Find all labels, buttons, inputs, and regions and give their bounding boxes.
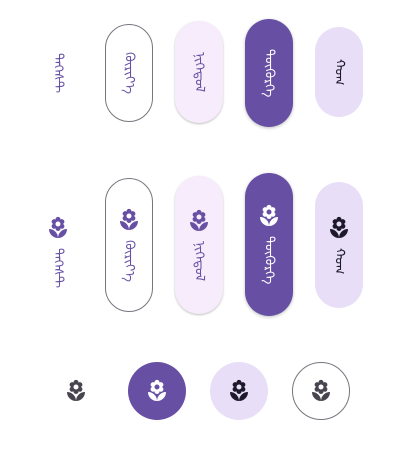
text-button-row: ᠲᠡᠬᠡᠰᠲ ᠬᠦᠷᠢᠶ᠎ᠡ ᠨᠢᠭᠡᠳᠦᠯ ᠳᠦᠭᠦᠷᠭᠡ ᠬᠣᠭ xyxy=(0,0,400,140)
tonal-icon-button[interactable]: ᠨᠢᠭᠡᠳᠦᠯ xyxy=(175,176,223,314)
icon-button-row xyxy=(0,360,400,430)
secondary-tonal-icon-button[interactable]: ᠬᠣᠭ xyxy=(315,182,363,308)
filled-icon-button[interactable]: ᠳᠦᠭᠦᠷᠭᠡ xyxy=(245,173,293,316)
tonal-button-label: ᠨᠢᠭᠡᠳᠦᠯ xyxy=(191,51,207,93)
outlined-icon-only-button[interactable] xyxy=(292,362,350,420)
secondary-icon-button-label: ᠬᠣᠭ xyxy=(331,247,347,275)
text-icon-button[interactable]: ᠲᠡᠬᠡᠰᠲ xyxy=(36,202,80,302)
text-icon-button-label: ᠲᠡᠬᠡᠰᠲ xyxy=(50,248,66,288)
text-button[interactable]: ᠲᠡᠬᠡᠰᠲ xyxy=(36,24,80,122)
filled-button-label: ᠳᠦᠭᠦᠷᠭᠡ xyxy=(261,48,277,98)
flower-icon xyxy=(257,204,281,228)
filled-icon-only-button[interactable] xyxy=(128,362,186,420)
flower-icon xyxy=(309,379,333,403)
flower-icon xyxy=(46,216,70,240)
tonal-button[interactable]: ᠨᠢᠭᠡᠳᠦᠯ xyxy=(175,21,223,123)
standard-icon-button[interactable] xyxy=(47,362,105,420)
filled-button[interactable]: ᠳᠦᠭᠦᠷᠭᠡ xyxy=(245,19,293,127)
flower-icon xyxy=(64,379,88,403)
flower-icon xyxy=(327,216,351,240)
tonal-icon-only-button[interactable] xyxy=(210,362,268,420)
tonal-icon-button-label: ᠨᠢᠭᠡᠳᠦᠯ xyxy=(191,240,207,282)
outlined-button-label: ᠬᠦᠷᠢᠶ᠎ᠡ xyxy=(121,52,137,94)
outlined-button[interactable]: ᠬᠦᠷᠢᠶ᠎ᠡ xyxy=(105,24,153,122)
secondary-tonal-button[interactable]: ᠬᠣᠭ xyxy=(315,27,363,117)
icon-text-button-row: ᠲᠡᠬᠡᠰᠲ ᠬᠦᠷᠢᠶ᠎ᠡ ᠨᠢᠭᠡᠳᠦᠯ ᠳᠦᠭᠦᠷᠭᠡ ᠬᠣᠭ xyxy=(0,160,400,330)
secondary-button-label: ᠬᠣᠭ xyxy=(331,58,347,86)
flower-icon xyxy=(187,209,211,233)
flower-icon xyxy=(227,379,251,403)
flower-icon xyxy=(117,208,141,232)
flower-icon xyxy=(145,379,169,403)
filled-icon-button-label: ᠳᠦᠭᠦᠷᠭᠡ xyxy=(261,236,277,285)
outlined-icon-button-label: ᠬᠦᠷᠢᠶ᠎ᠡ xyxy=(121,240,137,282)
text-button-label: ᠲᠡᠬᠡᠰᠲ xyxy=(50,53,66,93)
outlined-icon-button[interactable]: ᠬᠦᠷᠢᠶ᠎ᠡ xyxy=(105,178,153,312)
